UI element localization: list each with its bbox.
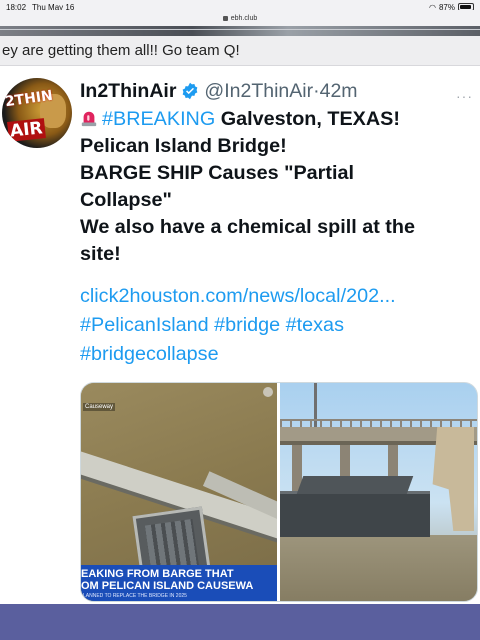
- post-header: In2ThinAir @In2ThinAir · 42m ···: [80, 78, 480, 105]
- post-line-4: Collapse": [80, 189, 172, 211]
- more-options-icon[interactable]: ···: [456, 88, 473, 104]
- caption-text: ey are getting them all!! Go team Q!: [2, 42, 240, 59]
- post-line-3: BARGE SHIP Causes "Partial: [80, 162, 354, 184]
- post-line-1: #BREAKING Galveston, TEXAS!: [80, 106, 478, 133]
- news-banner: EAKING FROM BARGE THAT OM PELICAN ISLAND…: [81, 565, 277, 601]
- post-text: #BREAKING Galveston, TEXAS! Pelican Isla…: [80, 106, 478, 268]
- siren-icon: [81, 111, 97, 127]
- hashtag[interactable]: #texas: [286, 314, 344, 336]
- bottom-background: [0, 604, 480, 640]
- embedded-post: 2THIN AIR In2ThinAir @In2ThinAir · 42m ·…: [0, 66, 480, 604]
- news-banner-line-3: LANNED TO REPLACE THE BRIDGE IN 2025: [83, 593, 187, 599]
- avatar-text-bottom: AIR: [7, 118, 46, 142]
- news-banner-line-1: EAKING FROM BARGE THAT: [81, 568, 234, 580]
- previous-image-strip: [0, 26, 480, 36]
- hashtag-breaking[interactable]: #BREAKING: [102, 108, 215, 130]
- channel-logo-icon: [263, 387, 273, 397]
- handle[interactable]: @In2ThinAir: [204, 80, 313, 103]
- article-link[interactable]: click2houston.com/news/local/202...: [80, 285, 396, 307]
- timestamp[interactable]: 42m: [320, 80, 358, 103]
- causeway-label: Causeway: [83, 403, 116, 411]
- verified-badge-icon: [183, 82, 198, 100]
- lock-icon: [222, 15, 228, 21]
- hashtag[interactable]: #bridge: [214, 314, 280, 336]
- url-text: ebh.club: [230, 14, 258, 22]
- hashtag[interactable]: #bridgecollapse: [80, 343, 219, 365]
- aerial-news-image[interactable]: Causeway EAKING FROM BARGE THAT OM PELIC…: [81, 383, 277, 601]
- water: [280, 535, 477, 601]
- post-line-2: Pelican Island Bridge!: [80, 135, 287, 157]
- media-grid: Causeway EAKING FROM BARGE THAT OM PELIC…: [80, 382, 478, 602]
- post-links: click2houston.com/news/local/202... #Pel…: [80, 282, 478, 369]
- post-line-5: We also have a chemical spill at the: [80, 216, 415, 238]
- bridge-collapse-photo[interactable]: [280, 383, 477, 601]
- bridge-railing: [280, 419, 477, 427]
- barge: [280, 491, 430, 537]
- avatar[interactable]: 2THIN AIR: [2, 78, 72, 148]
- post-line-6: site!: [80, 243, 121, 265]
- news-banner-line-2: OM PELICAN ISLAND CAUSEWA: [81, 580, 254, 592]
- page-caption: ey are getting them all!! Go team Q!: [0, 36, 480, 66]
- address-bar[interactable]: ebh.club: [0, 10, 480, 26]
- hashtag[interactable]: #PelicanIsland: [80, 314, 209, 336]
- line1-rest: Galveston, TEXAS!: [220, 108, 400, 130]
- display-name[interactable]: In2ThinAir: [80, 80, 176, 103]
